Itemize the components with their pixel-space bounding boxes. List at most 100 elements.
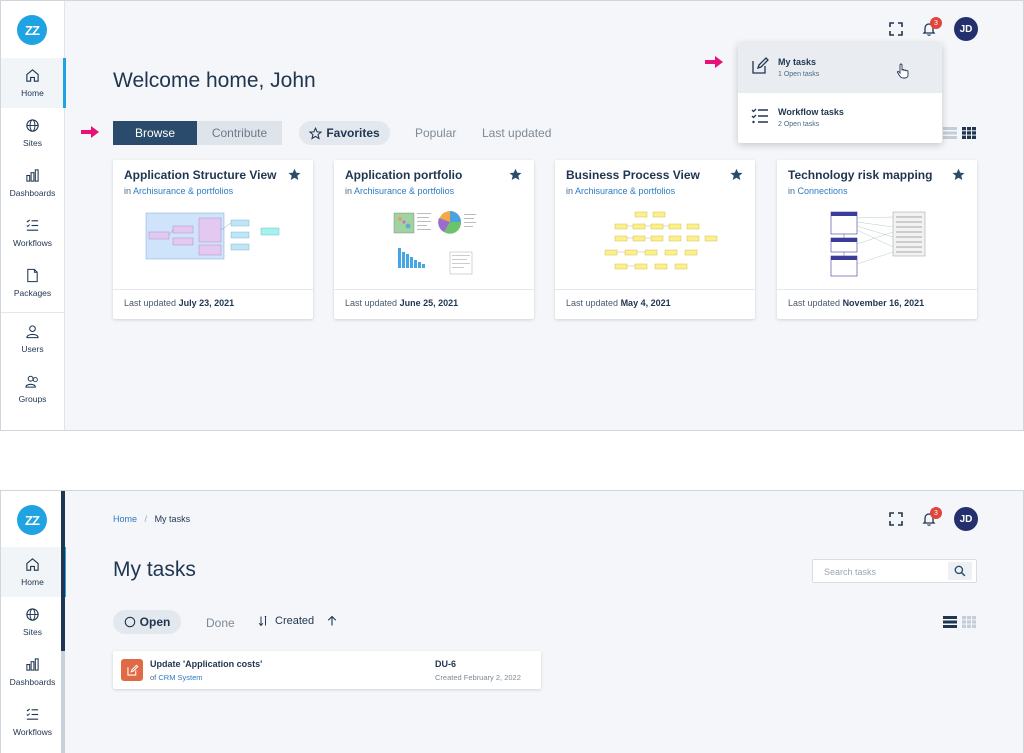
dropdown-item-workflow-tasks[interactable]: Workflow tasks 2 Open tasks (738, 93, 942, 143)
bar-chart-icon (26, 169, 39, 182)
task-target-prefix: of (150, 673, 157, 682)
search-icon (954, 565, 966, 577)
search-input[interactable]: Search tasks (824, 567, 876, 577)
dropdown-item-subtitle: 1 Open tasks (778, 71, 820, 78)
tasks-dropdown: My tasks 1 Open tasks Workflow tasks 2 O… (738, 43, 942, 143)
tab-popular[interactable]: Popular (415, 126, 456, 140)
tab-contribute[interactable]: Contribute (197, 121, 282, 145)
globe-icon (26, 608, 39, 621)
home-icon (26, 558, 39, 571)
dropdown-item-my-tasks[interactable]: My tasks 1 Open tasks (738, 43, 942, 93)
bar-chart-icon (26, 658, 39, 671)
edit-icon (752, 57, 769, 74)
tab-favorites[interactable]: Favorites (299, 121, 390, 145)
star-icon[interactable] (730, 168, 743, 181)
filter-open[interactable]: Open (113, 610, 181, 634)
sidebar-item-workflows[interactable]: Workflows (1, 208, 64, 258)
sidebar: ZZ Home Sites Dashboards Workflows Packa… (1, 1, 66, 430)
view-card[interactable]: Technology risk mapping in Connections L… (777, 160, 977, 319)
notification-badge: 3 (930, 507, 942, 519)
arrow-up-icon[interactable] (326, 615, 338, 627)
view-card[interactable]: Application Structure View in Archisuran… (113, 160, 313, 319)
fullscreen-icon[interactable] (888, 21, 904, 37)
sidebar-item-label: Workflows (12, 238, 53, 248)
logo[interactable]: ZZ (17, 505, 47, 535)
breadcrumb-home[interactable]: Home (113, 514, 137, 524)
card-location-prefix: in (566, 186, 574, 196)
task-row[interactable]: Update 'Application costs' of CRM System… (113, 651, 541, 689)
sidebar-item-label: Groups (18, 394, 47, 404)
card-location: in Archisurance & portfolios (124, 186, 233, 196)
task-target-link[interactable]: CRM System (158, 673, 202, 682)
annotation-arrow-icon (81, 126, 99, 138)
sidebar-item-dashboards[interactable]: Dashboards (1, 158, 64, 208)
sidebar-item-workflows[interactable]: Workflows (1, 697, 64, 747)
globe-icon (26, 119, 39, 132)
sidebar: ZZ Home Sites Dashboards Workflows (1, 491, 66, 753)
hand-cursor-icon (896, 63, 909, 79)
logo[interactable]: ZZ (17, 15, 47, 45)
card-footer: Last updated May 4, 2021 (555, 289, 755, 319)
card-location-link[interactable]: Archisurance & portfolios (133, 186, 233, 196)
sidebar-item-sites[interactable]: Sites (1, 597, 64, 647)
sidebar-item-users[interactable]: Users (1, 314, 64, 364)
card-updated-date: May 4, 2021 (620, 298, 671, 308)
card-location: in Archisurance & portfolios (566, 186, 675, 196)
card-location-link[interactable]: Archisurance & portfolios (575, 186, 675, 196)
grid-view-icon[interactable] (962, 127, 976, 139)
checklist-icon (26, 708, 39, 720)
star-icon[interactable] (509, 168, 522, 181)
breadcrumb-current: My tasks (154, 514, 191, 524)
annotation-arrow-icon (705, 56, 723, 68)
avatar[interactable]: JD (954, 507, 978, 531)
filter-done[interactable]: Done (206, 616, 235, 630)
card-title: Technology risk mapping (788, 168, 933, 182)
sidebar-item-home[interactable]: Home (1, 547, 66, 597)
card-location-prefix: in (124, 186, 132, 196)
task-id: DU-6 (435, 659, 457, 669)
card-footer: Last updated June 25, 2021 (334, 289, 534, 319)
card-location: in Archisurance & portfolios (345, 186, 454, 196)
sort-created[interactable]: Created (258, 615, 314, 627)
user-icon (26, 325, 39, 339)
sidebar-item-label: Dashboards (9, 677, 56, 687)
checklist-icon (751, 108, 768, 124)
search-tasks-field[interactable]: Search tasks (812, 559, 977, 583)
card-location-prefix: in (345, 186, 353, 196)
card-location-link[interactable]: Archisurance & portfolios (354, 186, 454, 196)
sidebar-item-dashboards[interactable]: Dashboards (1, 647, 64, 697)
card-footer: Last updated July 23, 2021 (113, 289, 313, 319)
fullscreen-icon[interactable] (888, 511, 904, 527)
card-title: Application portfolio (345, 168, 463, 182)
search-button[interactable] (948, 562, 972, 580)
home-icon (26, 69, 39, 82)
edit-icon (126, 664, 138, 676)
grid-view-icon[interactable] (962, 616, 976, 628)
sidebar-item-packages[interactable]: Packages (1, 258, 64, 308)
card-updated-prefix: Last updated (788, 298, 841, 308)
sidebar-item-label: Dashboards (9, 188, 56, 198)
avatar[interactable]: JD (954, 17, 978, 41)
sidebar-item-sites[interactable]: Sites (1, 108, 64, 158)
portfolio-thumbnail (393, 211, 476, 275)
tab-browse[interactable]: Browse (113, 121, 197, 145)
view-card[interactable]: Business Process View in Archisurance & … (555, 160, 755, 319)
view-card[interactable]: Application portfolio in Archisurance & … (334, 160, 534, 319)
sidebar-divider (1, 312, 64, 313)
my-tasks-screen: ZZ Home Sites Dashboards Workflows 3 JD … (0, 490, 1024, 753)
star-icon[interactable] (952, 168, 965, 181)
list-view-icon[interactable] (943, 127, 957, 139)
sidebar-item-groups[interactable]: Groups (1, 364, 64, 414)
tab-favorites-label: Favorites (326, 126, 380, 140)
star-icon[interactable] (288, 168, 301, 181)
task-title: Update 'Application costs' (150, 659, 263, 669)
sidebar-item-label: Sites (23, 627, 42, 637)
tab-last-updated[interactable]: Last updated (482, 126, 551, 140)
list-view-icon[interactable] (943, 616, 957, 628)
sidebar-item-home[interactable]: Home (1, 58, 66, 108)
sidebar-item-label: Workflows (12, 727, 53, 737)
task-target: of CRM System (150, 673, 203, 682)
sort-icon (258, 616, 267, 627)
card-updated-prefix: Last updated (124, 298, 177, 308)
card-location-link[interactable]: Connections (798, 186, 848, 196)
